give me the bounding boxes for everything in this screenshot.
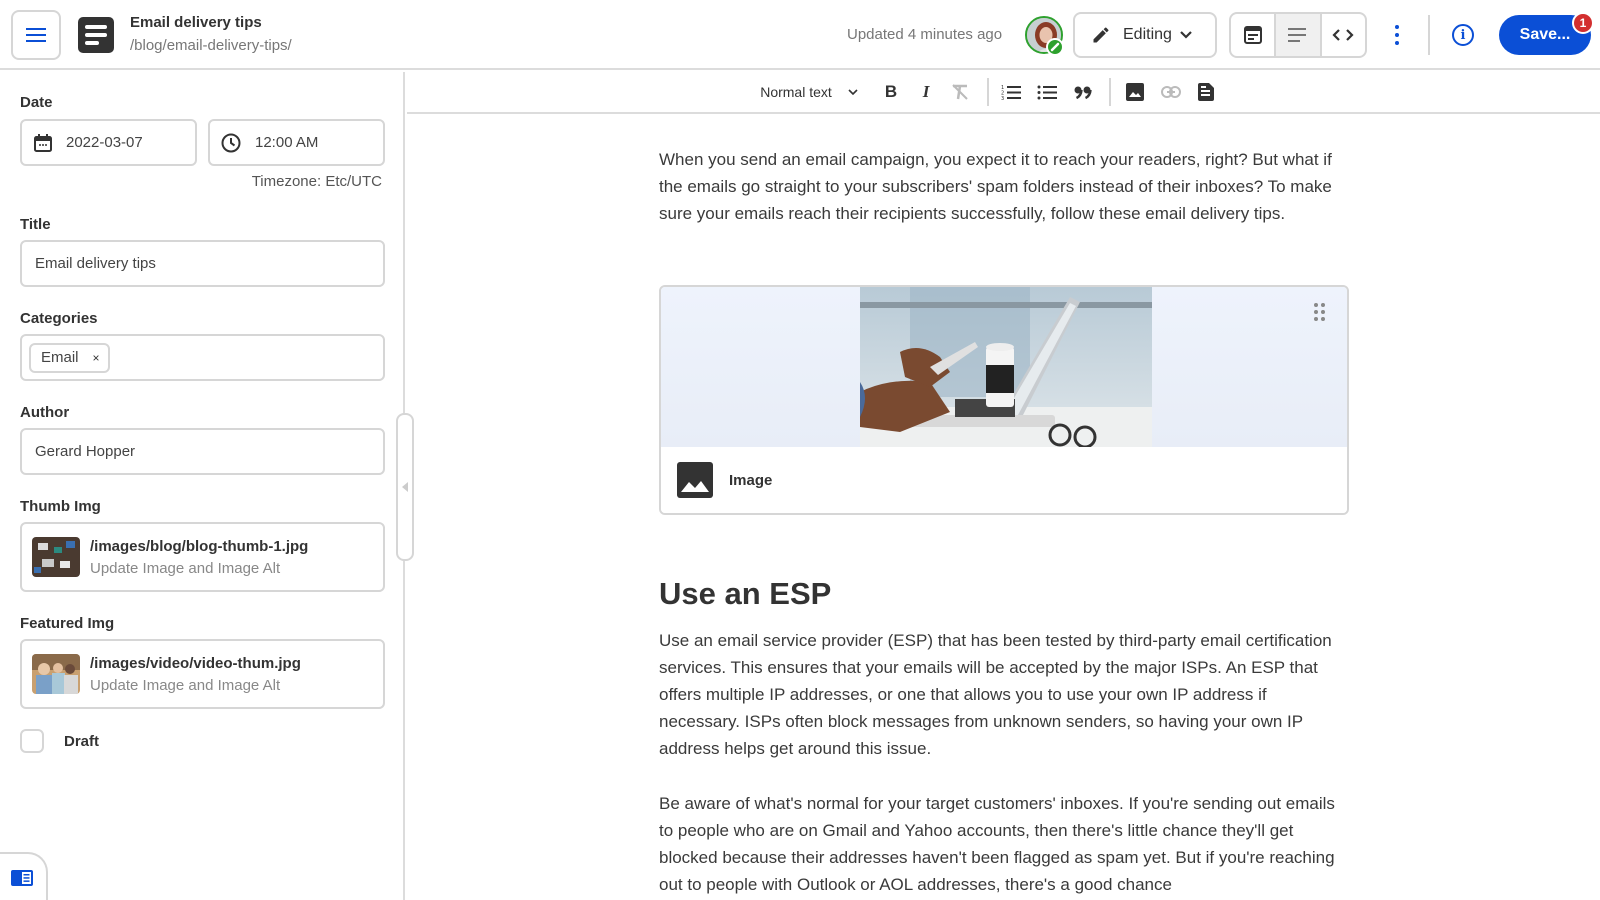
quote-icon — [1074, 86, 1092, 99]
editing-presence-icon — [1046, 38, 1064, 56]
view-mode-group — [1229, 12, 1367, 58]
ordered-list-icon: 123 — [1001, 85, 1021, 100]
date-value: 2022-03-07 — [66, 134, 143, 151]
insert-block-button[interactable] — [1195, 72, 1217, 112]
bold-button[interactable]: B — [880, 72, 902, 112]
inbox-paragraph[interactable]: Be aware of what's normal for your targe… — [659, 790, 1349, 898]
author-label: Author — [20, 404, 70, 421]
thumb-img-path: /images/blog/blog-thumb-1.jpg — [90, 537, 309, 555]
chevron-down-icon — [1180, 31, 1192, 39]
title-value: Email delivery tips — [35, 255, 156, 272]
image-block-label: Image — [729, 471, 773, 489]
calendar-icon — [34, 133, 52, 152]
toolbar-divider — [1109, 78, 1111, 106]
title-label: Title — [20, 216, 51, 233]
timezone-note: Timezone: Etc/UTC — [251, 173, 382, 190]
toggle-sidebar-button[interactable] — [0, 852, 48, 900]
chevron-down-icon — [848, 89, 858, 95]
text-style-value: Normal text — [760, 84, 832, 100]
draft-label: Draft — [64, 732, 100, 750]
featured-img-preview — [32, 654, 80, 694]
document-block-icon — [1198, 83, 1214, 101]
image-icon — [677, 462, 713, 498]
info-glyph: i — [1460, 27, 1466, 43]
draft-row: Draft — [20, 729, 99, 753]
updated-status: Updated 4 minutes ago — [847, 26, 1003, 43]
featured-img-hint: Update Image and Image Alt — [90, 676, 281, 694]
featured-img-path: /images/video/video-thum.jpg — [90, 654, 301, 672]
image-block[interactable]: Image — [659, 285, 1349, 515]
italic-icon: I — [922, 82, 930, 101]
hamburger-icon — [26, 28, 46, 42]
insert-link-button[interactable] — [1159, 72, 1183, 112]
title-input[interactable]: Email delivery tips — [20, 240, 385, 287]
draft-checkbox[interactable] — [20, 729, 44, 753]
bullet-list-icon — [1037, 85, 1057, 100]
remove-category-icon[interactable]: × — [93, 351, 100, 365]
date-input[interactable]: 2022-03-07 — [20, 119, 197, 166]
info-icon[interactable]: i — [1452, 24, 1474, 46]
thumb-img-hint: Update Image and Image Alt — [90, 559, 281, 577]
code-view-button[interactable] — [1322, 14, 1365, 56]
insert-image-button[interactable] — [1124, 72, 1146, 112]
more-options-icon[interactable] — [1390, 22, 1404, 48]
document-title: Email delivery tips — [130, 14, 262, 31]
sidebar-resize-handle[interactable] — [396, 413, 414, 561]
mode-label: Editing — [1123, 26, 1172, 43]
ordered-list-button[interactable]: 123 — [999, 72, 1023, 112]
section-heading[interactable]: Use an ESP — [659, 576, 831, 612]
mode-dropdown[interactable]: Editing — [1073, 12, 1217, 58]
text-style-dropdown[interactable]: Normal text — [753, 72, 865, 112]
formatting-toolbar: Normal text B I 123 — [407, 72, 1600, 114]
menu-button[interactable] — [11, 10, 61, 60]
metadata-sidebar: Date 2022-03-07 12:00 AM Timezone: Etc/U… — [0, 72, 405, 900]
author-input[interactable]: Gerard Hopper — [20, 428, 385, 475]
clear-format-icon — [952, 84, 968, 100]
bullet-list-button[interactable] — [1035, 72, 1059, 112]
time-value: 12:00 AM — [255, 134, 319, 151]
thumb-img-label: Thumb Img — [20, 498, 101, 515]
document-title-block: Email delivery tips /blog/email-delivery… — [130, 14, 292, 54]
link-icon — [1161, 86, 1181, 98]
preview-view-button[interactable] — [1231, 14, 1277, 56]
clock-icon — [221, 133, 241, 152]
text-lines-icon — [1287, 28, 1306, 42]
author-value: Gerard Hopper — [35, 443, 136, 460]
date-label: Date — [20, 94, 53, 111]
categories-input[interactable]: Email × — [20, 334, 385, 381]
drag-handle-icon[interactable] — [1314, 303, 1325, 321]
editor-canvas[interactable]: When you send an email campaign, you exp… — [407, 114, 1600, 900]
code-icon — [1332, 29, 1354, 41]
blockquote-button[interactable] — [1072, 72, 1094, 112]
categories-label: Categories — [20, 310, 98, 327]
collapse-left-icon — [402, 482, 408, 492]
image-block-footer: Image — [661, 447, 1347, 513]
top-bar: Email delivery tips /blog/email-delivery… — [0, 0, 1600, 70]
featured-img-label: Featured Img — [20, 615, 115, 632]
header-divider — [1428, 15, 1430, 55]
italic-button[interactable]: I — [915, 72, 937, 112]
bold-icon: B — [884, 82, 898, 101]
sidebar-panel-icon — [11, 870, 33, 886]
category-chip: Email × — [29, 342, 110, 373]
laptop-photo — [860, 287, 1152, 447]
esp-paragraph[interactable]: Use an email service provider (ESP) that… — [659, 627, 1349, 762]
image-block-preview — [661, 287, 1347, 447]
svg-text:3: 3 — [1001, 96, 1004, 100]
document-path: /blog/email-delivery-tips/ — [130, 37, 292, 54]
preview-icon — [1243, 26, 1262, 44]
toolbar-divider — [987, 78, 989, 106]
thumb-img-preview — [32, 537, 80, 577]
thumb-img-picker[interactable]: /images/blog/blog-thumb-1.jpg Update Ima… — [20, 522, 385, 592]
document-icon — [78, 17, 114, 53]
unsaved-changes-badge: 1 — [1572, 12, 1594, 34]
category-chip-label: Email — [41, 349, 79, 366]
pencil-icon — [1093, 27, 1109, 43]
time-input[interactable]: 12:00 AM — [208, 119, 385, 166]
clear-formatting-button[interactable] — [949, 72, 971, 112]
intro-paragraph[interactable]: When you send an email campaign, you exp… — [659, 146, 1339, 227]
featured-img-picker[interactable]: /images/video/video-thum.jpg Update Imag… — [20, 639, 385, 709]
image-icon — [1126, 83, 1144, 101]
rich-text-view-button[interactable] — [1276, 14, 1322, 56]
